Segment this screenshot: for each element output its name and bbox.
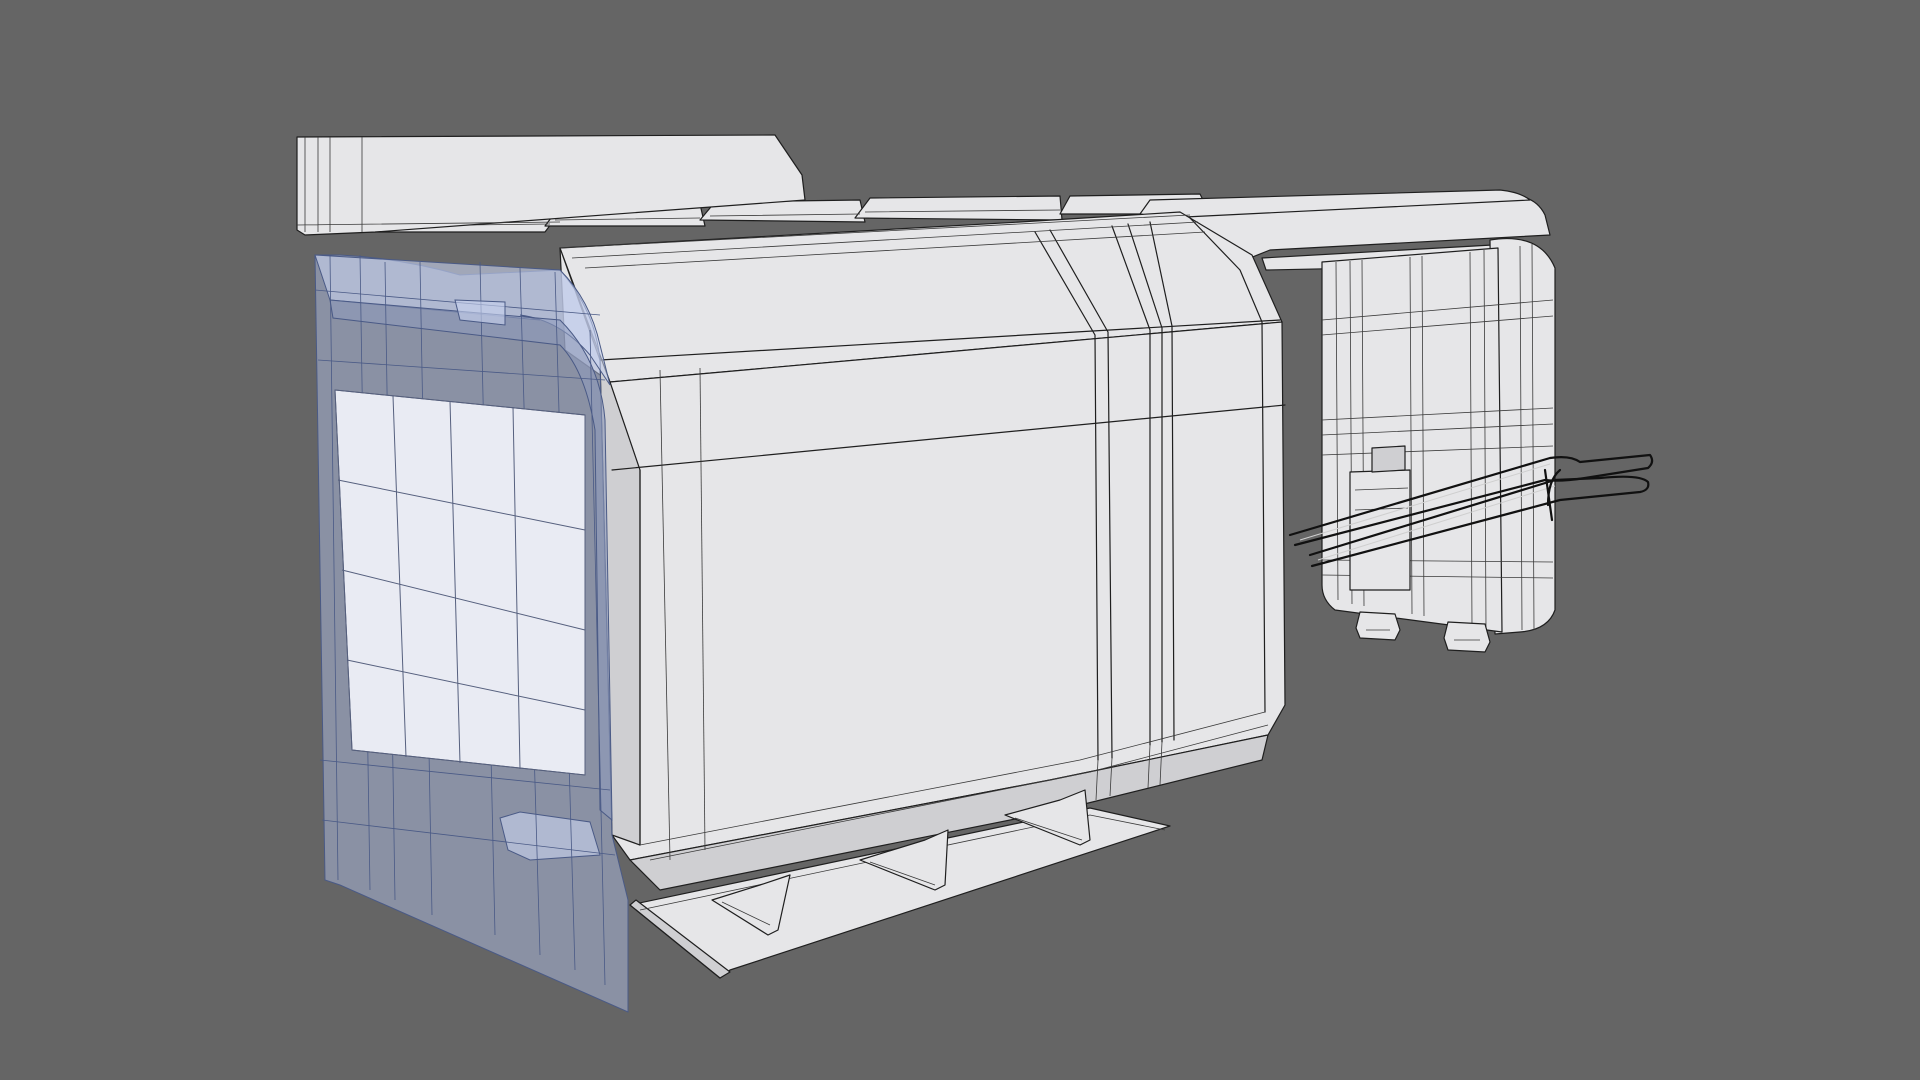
wireframe-model [296,134,1654,1013]
main-cabin [559,211,1286,891]
3d-viewport[interactable] [0,0,1920,1080]
grid-screen [334,389,586,776]
